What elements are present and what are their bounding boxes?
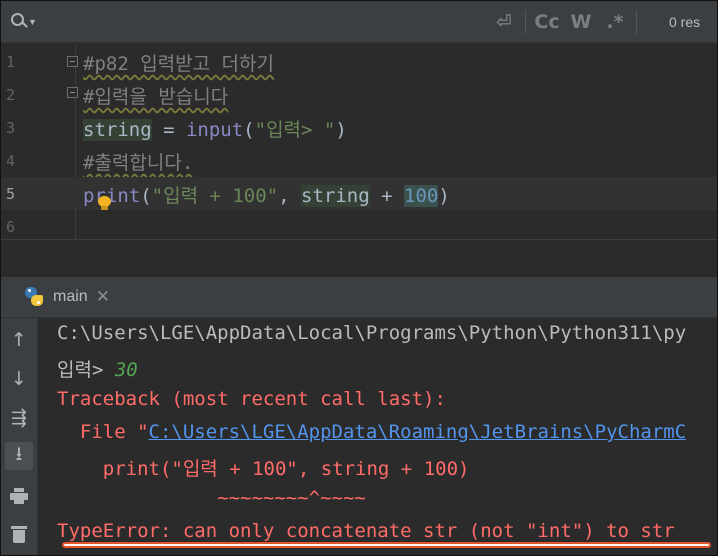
lightbulb-icon[interactable] xyxy=(97,196,111,210)
run-console[interactable]: C:\Users\LGE\AppData\Local\Programs\Pyth… xyxy=(38,318,717,555)
line-number: 1 xyxy=(6,53,16,71)
paren: ( xyxy=(243,119,255,141)
code-text: string = input("입력> ") xyxy=(83,115,347,142)
run-tab-label: main xyxy=(53,288,88,305)
variable: string xyxy=(301,185,370,207)
line-number: 5 xyxy=(6,185,16,203)
code-line[interactable]: 1 #p82 입력받고 더하기 xyxy=(1,45,717,78)
comment: #출력합니다. xyxy=(83,152,194,174)
search-icon[interactable]: ▼ xyxy=(7,10,37,32)
annotation-underline xyxy=(62,542,711,548)
error-message: TypeError: can only concatenate str (not… xyxy=(57,520,675,542)
scroll-to-end-icon[interactable]: ⭳ xyxy=(5,442,33,470)
traceback-file-link[interactable]: C:\Users\LGE\AppData\Roaming\JetBrains\P… xyxy=(149,421,687,443)
arrow-down-icon[interactable]: ↓ xyxy=(5,365,33,393)
traceback-carets: ~~~~~~~~^~~~~ xyxy=(57,487,366,509)
search-result-count: 0 res xyxy=(669,13,701,30)
code-text: #입력을 받습니다 xyxy=(83,82,228,109)
fold-marker-icon[interactable] xyxy=(67,87,79,99)
run-tab-bar: main ✕ xyxy=(1,277,717,318)
builtin-function: input xyxy=(185,119,244,141)
string-literal: "입력 + 100" xyxy=(151,185,279,207)
traceback-file-prefix: File " xyxy=(57,421,149,443)
paren: ( xyxy=(140,185,152,207)
line-number: 4 xyxy=(6,152,16,170)
traceback-code-line: print("입력 + 100", string + 100) xyxy=(57,458,470,480)
code-text: #출력합니다. xyxy=(83,148,193,175)
newline-icon[interactable]: ⏎ xyxy=(487,1,521,42)
line-number: 6 xyxy=(6,218,16,236)
traceback-header: Traceback (most recent call last): xyxy=(57,388,446,410)
variable: string xyxy=(83,119,152,141)
regex-button[interactable]: .* xyxy=(598,1,632,42)
code-line[interactable]: 2 #입력을 받습니다 xyxy=(1,78,717,111)
number-literal: 100 xyxy=(404,185,439,207)
operator: + xyxy=(369,185,404,207)
comment: #입력을 받습니다 xyxy=(83,86,229,108)
comma: , xyxy=(278,185,302,207)
paren: ) xyxy=(438,185,450,207)
whole-word-button[interactable]: W xyxy=(564,1,598,42)
print-icon[interactable] xyxy=(5,482,33,510)
trash-icon[interactable] xyxy=(5,520,33,548)
arrow-up-icon[interactable]: ↑ xyxy=(5,326,33,354)
builtin-function: print xyxy=(83,185,141,207)
toolbar-divider xyxy=(525,9,526,34)
console-input-line: 입력> 30 xyxy=(57,355,138,382)
comment: #p82 입력받고 더하기 xyxy=(83,53,274,75)
find-toolbar: ▼ ⏎ Cc W .* 0 res xyxy=(1,1,717,43)
run-tab-main[interactable]: main ✕ xyxy=(23,277,110,317)
code-editor[interactable]: 1 #p82 입력받고 더하기 2 #입력을 받습니다 3 string = i… xyxy=(1,43,717,239)
traceback-file-line: File "C:\Users\LGE\AppData\Roaming\JetBr… xyxy=(57,421,686,443)
ide-window: ▼ ⏎ Cc W .* 0 res 1 #p82 입력받고 더하기 2 #입력을… xyxy=(0,0,718,556)
match-case-button[interactable]: Cc xyxy=(530,1,564,42)
python-icon xyxy=(23,286,45,308)
line-number: 2 xyxy=(6,86,16,104)
paren: ) xyxy=(335,119,347,141)
console-command-path: C:\Users\LGE\AppData\Local\Programs\Pyth… xyxy=(57,322,687,344)
panel-splitter[interactable] xyxy=(1,239,717,277)
operator: = xyxy=(151,119,186,141)
string-literal: "입력> " xyxy=(254,119,336,141)
code-line[interactable]: 3 string = input("입력> ") xyxy=(1,111,717,144)
code-text: #p82 입력받고 더하기 xyxy=(83,49,274,76)
console-prompt: 입력> xyxy=(57,359,115,381)
console-input-value: 30 xyxy=(114,359,138,381)
fold-marker-icon[interactable] xyxy=(67,56,79,68)
code-text: print("입력 + 100", string + 100) xyxy=(83,181,450,208)
line-number: 3 xyxy=(6,119,16,137)
close-icon[interactable]: ✕ xyxy=(96,287,110,307)
toolbar-divider xyxy=(636,9,637,34)
run-side-toolbar: ↑ ↓ ⇶ ⭳ xyxy=(1,318,38,555)
soft-wrap-icon[interactable]: ⇶ xyxy=(5,404,33,432)
code-line[interactable]: 4 #출력합니다. xyxy=(1,144,717,177)
